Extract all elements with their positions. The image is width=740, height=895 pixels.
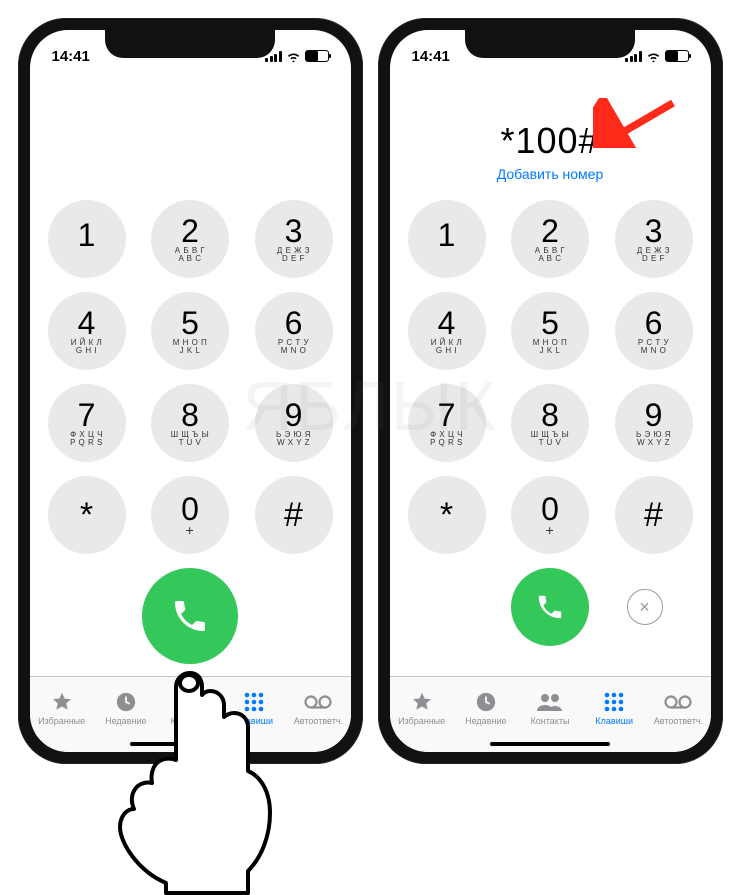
key-8[interactable]: 8Ш Щ Ъ Ы T U V	[151, 384, 229, 462]
contacts-icon	[176, 691, 204, 713]
tab-recents[interactable]: Недавние	[454, 677, 518, 734]
key-0[interactable]: 0+	[511, 476, 589, 554]
call-button[interactable]	[511, 568, 589, 646]
battery-icon	[665, 50, 689, 62]
status-time: 14:41	[52, 48, 90, 65]
voicemail-icon	[664, 691, 692, 713]
voicemail-icon	[304, 691, 332, 713]
key-8[interactable]: 8Ш Щ Ъ Ы T U V	[511, 384, 589, 462]
keypad: 1 2А Б В Г A B C 3Д Е Ж З D E F 4И Й К Л…	[30, 200, 351, 664]
key-1[interactable]: 1	[408, 200, 486, 278]
tab-bar: Избранные Недавние Контакты Клавиши Авто…	[390, 676, 711, 752]
notch	[105, 30, 275, 58]
key-4[interactable]: 4И Й К Л G H I	[408, 292, 486, 370]
key-star[interactable]: *	[408, 476, 486, 554]
delete-button[interactable]: ×	[627, 589, 663, 625]
key-9[interactable]: 9Ь Э Ю Я W X Y Z	[615, 384, 693, 462]
status-time: 14:41	[412, 48, 450, 65]
key-3[interactable]: 3Д Е Ж З D E F	[615, 200, 693, 278]
clock-icon	[115, 691, 137, 713]
phone-mockup-left: 14:41 1 2А Б В Г A B C 3Д Е Ж З D E F 4И…	[18, 18, 363, 764]
tab-recents[interactable]: Недавние	[94, 677, 158, 734]
key-6[interactable]: 6Р С Т У M N O	[255, 292, 333, 370]
add-number-link[interactable]: Добавить номер	[390, 166, 711, 182]
tab-contacts[interactable]: Контакты	[158, 677, 222, 734]
close-icon: ×	[639, 597, 650, 618]
battery-icon	[305, 50, 329, 62]
entered-number: *100#	[390, 120, 711, 162]
notch	[465, 30, 635, 58]
phone-mockup-right: 14:41 *100# Добавить номер 1 2А Б В Г A …	[378, 18, 723, 764]
star-icon	[410, 691, 434, 713]
key-9[interactable]: 9Ь Э Ю Я W X Y Z	[255, 384, 333, 462]
key-7[interactable]: 7Ф Х Ц Ч P Q R S	[408, 384, 486, 462]
key-6[interactable]: 6Р С Т У M N O	[615, 292, 693, 370]
key-hash[interactable]: #	[615, 476, 693, 554]
key-3[interactable]: 3Д Е Ж З D E F	[255, 200, 333, 278]
number-display-empty	[30, 70, 351, 200]
wifi-icon	[286, 51, 301, 62]
screen-right: 14:41 *100# Добавить номер 1 2А Б В Г A …	[390, 30, 711, 752]
number-display: *100# Добавить номер	[390, 70, 711, 200]
contacts-icon	[536, 691, 564, 713]
screen-left: 14:41 1 2А Б В Г A B C 3Д Е Ж З D E F 4И…	[30, 30, 351, 752]
key-7[interactable]: 7Ф Х Ц Ч P Q R S	[48, 384, 126, 462]
key-2[interactable]: 2А Б В Г A B C	[151, 200, 229, 278]
tab-voicemail[interactable]: Автоответч.	[646, 677, 710, 734]
keypad-icon	[603, 691, 625, 713]
key-hash[interactable]: #	[255, 476, 333, 554]
tab-voicemail[interactable]: Автоответч.	[286, 677, 350, 734]
tab-favorites[interactable]: Избранные	[390, 677, 454, 734]
home-indicator[interactable]	[490, 742, 610, 746]
tab-keypad[interactable]: Клавиши	[582, 677, 646, 734]
phone-icon	[170, 596, 210, 636]
wifi-icon	[646, 51, 661, 62]
clock-icon	[475, 691, 497, 713]
tab-contacts[interactable]: Контакты	[518, 677, 582, 734]
keypad: 1 2А Б В Г A B C 3Д Е Ж З D E F 4И Й К Л…	[390, 200, 711, 646]
keypad-icon	[243, 691, 265, 713]
tab-keypad[interactable]: Клавиши	[222, 677, 286, 734]
tab-favorites[interactable]: Избранные	[30, 677, 94, 734]
key-4[interactable]: 4И Й К Л G H I	[48, 292, 126, 370]
status-right	[625, 50, 689, 62]
phone-icon	[535, 592, 565, 622]
star-icon	[50, 691, 74, 713]
key-1[interactable]: 1	[48, 200, 126, 278]
call-button[interactable]	[142, 568, 238, 664]
key-5[interactable]: 5М Н О П J K L	[511, 292, 589, 370]
key-2[interactable]: 2А Б В Г A B C	[511, 200, 589, 278]
key-5[interactable]: 5М Н О П J K L	[151, 292, 229, 370]
key-0[interactable]: 0+	[151, 476, 229, 554]
status-right	[265, 50, 329, 62]
tab-bar: Избранные Недавние Контакты Клавиши Авто…	[30, 676, 351, 752]
key-star[interactable]: *	[48, 476, 126, 554]
home-indicator[interactable]	[130, 742, 250, 746]
